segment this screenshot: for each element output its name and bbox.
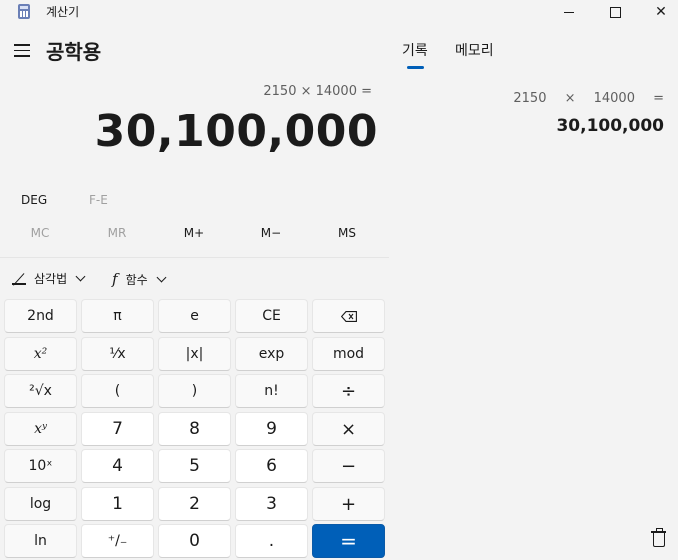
divide-button[interactable]: ÷ <box>312 374 385 408</box>
triangle-icon <box>12 273 26 285</box>
function-icon: f <box>112 270 118 288</box>
close-icon: ✕ <box>655 4 667 20</box>
subtract-button[interactable]: − <box>312 449 385 483</box>
euler-button[interactable]: e <box>158 299 231 333</box>
chevron-down-icon <box>75 271 86 282</box>
digit-8-button[interactable]: 8 <box>158 412 231 446</box>
digit-1-button[interactable]: 1 <box>81 487 154 521</box>
absolute-value-button[interactable]: |x| <box>158 337 231 371</box>
decimal-button[interactable]: . <box>235 524 308 558</box>
calculator-icon <box>18 4 30 19</box>
window-title: 계산기 <box>46 5 80 19</box>
function-label: 함수 <box>125 272 148 287</box>
trigonometry-dropdown[interactable]: 삼각법 <box>12 270 86 287</box>
divider <box>0 257 389 258</box>
close-button[interactable]: ✕ <box>638 0 678 24</box>
digit-6-button[interactable]: 6 <box>235 449 308 483</box>
backspace-button[interactable] <box>312 299 385 333</box>
open-paren-button[interactable]: ( <box>81 374 154 408</box>
memory-add-button[interactable]: M+ <box>169 226 219 240</box>
title-bar: 계산기 ✕ <box>0 0 678 24</box>
exp-button[interactable]: exp <box>235 337 308 371</box>
digit-4-button[interactable]: 4 <box>81 449 154 483</box>
chevron-down-icon <box>156 272 167 282</box>
square-root-button[interactable]: ²√x <box>4 374 77 408</box>
tab-memory[interactable]: 메모리 <box>455 40 494 60</box>
square-button[interactable]: x² <box>4 337 77 371</box>
hamburger-icon[interactable] <box>14 44 32 58</box>
deg-button[interactable]: DEG <box>21 193 47 207</box>
memory-clear-button[interactable]: MC <box>15 226 65 240</box>
maximize-icon <box>609 6 621 18</box>
pi-button[interactable]: π <box>81 299 154 333</box>
second-function-button[interactable]: 2nd <box>4 299 77 333</box>
memory-subtract-button[interactable]: M− <box>246 226 296 240</box>
minimize-button[interactable] <box>546 0 592 24</box>
minimize-icon <box>564 11 574 13</box>
page-title: 공학용 <box>46 40 102 64</box>
digit-9-button[interactable]: 9 <box>235 412 308 446</box>
add-button[interactable]: + <box>312 487 385 521</box>
ten-power-button[interactable]: 10ˣ <box>4 449 77 483</box>
digit-2-button[interactable]: 2 <box>158 487 231 521</box>
digit-0-button[interactable]: 0 <box>158 524 231 558</box>
power-button[interactable]: xʸ <box>4 412 77 446</box>
mod-button[interactable]: mod <box>312 337 385 371</box>
multiply-button[interactable]: × <box>312 412 385 446</box>
clear-entry-button[interactable]: CE <box>235 299 308 333</box>
backspace-icon <box>340 310 357 322</box>
history-expression: 2150 × 14000 = <box>513 91 664 106</box>
trash-icon[interactable] <box>651 528 667 548</box>
trigonometry-label: 삼각법 <box>34 272 68 286</box>
memory-store-button[interactable]: MS <box>322 226 372 240</box>
tab-history[interactable]: 기록 <box>402 40 428 60</box>
natural-log-button[interactable]: ln <box>4 524 77 558</box>
equals-button[interactable]: = <box>312 524 385 558</box>
expression-display: 2150 × 14000 = <box>263 84 372 99</box>
result-display: 30,100,000 <box>94 106 378 157</box>
history-result: 30,100,000 <box>556 116 664 136</box>
fe-button[interactable]: F-E <box>89 193 108 207</box>
active-tab-indicator <box>407 66 424 69</box>
maximize-button[interactable] <box>592 0 638 24</box>
reciprocal-button[interactable]: ¹⁄x <box>81 337 154 371</box>
negate-button[interactable]: ⁺/₋ <box>81 524 154 558</box>
close-paren-button[interactable]: ) <box>158 374 231 408</box>
function-dropdown[interactable]: f 함수 <box>112 270 167 288</box>
factorial-button[interactable]: n! <box>235 374 308 408</box>
memory-recall-button[interactable]: MR <box>92 226 142 240</box>
digit-3-button[interactable]: 3 <box>235 487 308 521</box>
digit-5-button[interactable]: 5 <box>158 449 231 483</box>
log-button[interactable]: log <box>4 487 77 521</box>
digit-7-button[interactable]: 7 <box>81 412 154 446</box>
